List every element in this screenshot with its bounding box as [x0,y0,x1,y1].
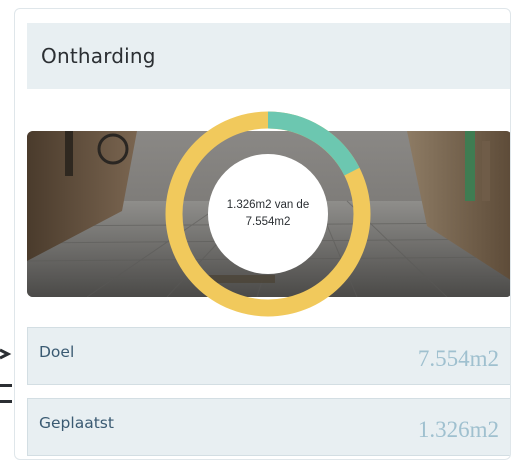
donut-label-line2: 7.554m2 [245,216,291,228]
goal-row: Doel 7.554m2 [27,327,510,385]
ontharding-card: Ontharding 1.326m2 van de 7.554m2 Doel 7… [14,8,511,460]
placed-label: Geplaatst [39,414,114,432]
placed-value: 1.326m2 [417,417,499,442]
goal-value: 7.554m2 [417,346,499,371]
goal-label: Doel [39,343,75,361]
donut-label-line1: 1.326m2 van de [226,199,310,211]
card-title: Ontharding [41,44,156,68]
progress-donut: 1.326m2 van de 7.554m2 [164,110,372,318]
donut-center: 1.326m2 van de 7.554m2 [208,154,328,274]
placed-row: Geplaatst 1.326m2 [27,398,510,456]
card-header: Ontharding [27,23,510,89]
edge-marks [0,348,12,403]
